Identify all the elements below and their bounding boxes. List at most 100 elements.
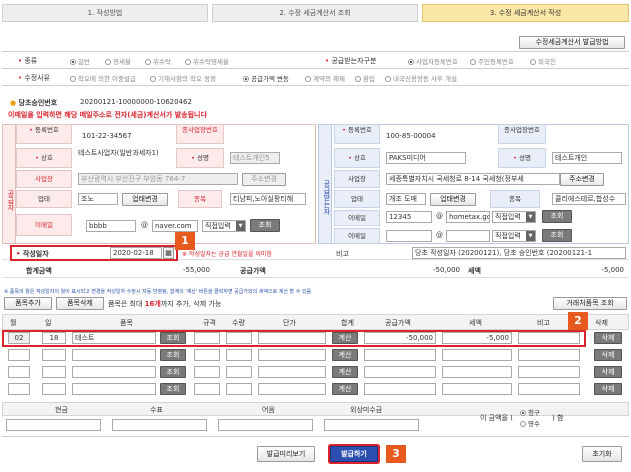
supplier-ceo-field[interactable]: 테스트개인5 [230, 152, 280, 164]
supplier-email-lookup-button[interactable]: 조회 [250, 219, 280, 232]
buyer-email-lookup-button[interactable]: 조회 [542, 210, 572, 223]
reason-option-correction[interactable]: 기재사항의 착오 정정 [150, 73, 216, 83]
item-month-field[interactable] [8, 383, 30, 395]
supplier-reg-value: 101-22-34567 [82, 132, 132, 140]
buyer-email1-domain[interactable]: hometax.go [446, 211, 490, 223]
receiver-option-biz-no[interactable]: 사업자등록번호 [408, 56, 458, 66]
supplier-biz-change-button[interactable]: 업태변경 [122, 193, 168, 206]
item-supply-field[interactable] [364, 383, 436, 395]
buyer-item-field[interactable]: 콜리에스테르,합성수 [552, 193, 626, 205]
pay-note-field[interactable] [218, 419, 313, 431]
total-tax-value: -5,000 [601, 266, 624, 274]
item-lookup-button[interactable]: 조회 [160, 366, 186, 378]
issue-button[interactable]: 발급하기 [330, 446, 378, 462]
reset-button[interactable]: 초기화 [582, 446, 622, 462]
item-day-field[interactable] [42, 383, 66, 395]
supplier-email-select[interactable]: 직접입력 ▼ [202, 220, 246, 232]
item-unit-price-field[interactable] [258, 366, 326, 378]
type-option-consign-zero[interactable]: 위수탁영세율 [185, 56, 229, 66]
date-field[interactable]: 2020-02-18 [110, 247, 162, 259]
pay-check-field[interactable] [112, 419, 207, 431]
item-lookup-button[interactable]: 조회 [160, 383, 186, 395]
item-supply-field[interactable] [364, 349, 436, 361]
item-remark-field[interactable] [518, 349, 580, 361]
reason-option-cancel[interactable]: 계약의 해제 [305, 73, 345, 83]
item-tax-field[interactable] [442, 349, 512, 361]
item-remark-field[interactable] [518, 366, 580, 378]
buyer-biz-change-button[interactable]: 업태변경 [430, 193, 476, 206]
item-tax-field[interactable] [442, 366, 512, 378]
item-unit-price-field[interactable] [258, 383, 326, 395]
buyer-email1-select[interactable]: 직접입력 ▼ [492, 211, 536, 223]
item-calc-button[interactable]: 계산 [332, 366, 358, 378]
buyer-email2-lookup-button[interactable]: 조회 [542, 229, 572, 242]
item-calc-button[interactable]: 계산 [332, 349, 358, 361]
item-day-field[interactable] [42, 349, 66, 361]
item-delete-button[interactable]: 삭제 [594, 383, 622, 395]
supplier-item-field[interactable]: 티냥피,노아실팡티해 [230, 193, 306, 205]
item-spec-field[interactable] [194, 383, 220, 395]
col-qty: 수량 [232, 319, 245, 327]
pay-cash-field[interactable] [6, 419, 101, 431]
delete-item-button[interactable]: 품목삭제 [56, 297, 104, 310]
item-qty-field[interactable] [226, 349, 252, 361]
item-qty-field[interactable] [226, 366, 252, 378]
supplier-email-id[interactable]: bbbb [86, 220, 136, 232]
buyer-email1-id[interactable]: 12345 [386, 211, 432, 223]
buyer-biz-field[interactable]: 개조 도매 [386, 193, 426, 205]
preview-button[interactable]: 발급미리보기 [257, 446, 315, 462]
item-spec-field[interactable] [194, 366, 220, 378]
reason-option-supply-change[interactable]: 공급가액 변동 [243, 73, 289, 83]
item-calc-button[interactable]: 계산 [332, 383, 358, 395]
partner-item-lookup-button[interactable]: 거래처품목 조회 [553, 297, 627, 310]
item-name-field[interactable] [72, 366, 156, 378]
col-unit-price: 단가 [283, 319, 296, 327]
calendar-icon[interactable]: ▦ [163, 247, 174, 259]
col-remark: 비고 [537, 319, 550, 327]
supplier-biz-field[interactable]: 조노 [78, 193, 118, 205]
buyer-email2-select[interactable]: 직접입력 ▼ [492, 230, 536, 242]
item-lookup-button[interactable]: 조회 [160, 349, 186, 361]
type-option-zero-rate[interactable]: 영세율 [105, 56, 131, 66]
buyer-ceo-field[interactable]: 테스트개인 [552, 152, 622, 164]
supplier-addr-change-button[interactable]: 주소변경 [242, 173, 286, 186]
item-spec-field[interactable] [194, 349, 220, 361]
add-item-button[interactable]: 품목추가 [4, 297, 52, 310]
supplier-addr-field[interactable]: 부산광역시 부산진구 부암동 764-7 [78, 173, 238, 185]
reason-option-duplicate[interactable]: 착오에 의한 이중발급 [70, 73, 136, 83]
amount-option-receipt[interactable]: 영수 [520, 418, 540, 428]
buyer-name-field[interactable]: PAKS미디어 [386, 152, 466, 164]
receiver-option-resident-no[interactable]: 주민등록번호 [470, 56, 514, 66]
type-option-general[interactable]: 일반 [70, 56, 90, 66]
col-total: 합계 [341, 319, 354, 327]
item-day-field[interactable] [42, 366, 66, 378]
receiver-option-foreigner[interactable]: 외국인 [530, 56, 556, 66]
total-supply-label: 공급가액 [240, 267, 266, 275]
type-option-consign[interactable]: 위수탁 [145, 56, 171, 66]
reason-option-local-lc[interactable]: 내국신용장등 사후 개설 [385, 73, 457, 83]
item-tax-field[interactable] [442, 383, 512, 395]
item-delete-button[interactable]: 삭제 [594, 332, 622, 344]
buyer-addr-change-button[interactable]: 주소변경 [560, 173, 604, 186]
buyer-email2-domain[interactable] [446, 230, 490, 242]
item-delete-button[interactable]: 삭제 [594, 366, 622, 378]
item-unit-price-field[interactable] [258, 349, 326, 361]
item-month-field[interactable] [8, 349, 30, 361]
item-name-field[interactable] [72, 383, 156, 395]
issue-guide-button[interactable]: 수정세금계산서 발급방법 [519, 36, 625, 49]
remark-field[interactable]: 당초 작성일자 (20200121), 당초 승인번호 (20200121-1 [412, 247, 626, 259]
item-delete-button[interactable]: 삭제 [594, 349, 622, 361]
item-remark-field[interactable] [518, 383, 580, 395]
remark-label: 비고 [336, 250, 349, 258]
item-supply-field[interactable] [364, 366, 436, 378]
buyer-addr-field[interactable]: 세종특별자치시 국세청로 8-14 국세청(정부세 [386, 173, 560, 185]
buyer-email2-id[interactable] [386, 230, 432, 242]
amount-option-claim[interactable]: 청구 [520, 407, 540, 417]
supplier-email-domain[interactable]: naver.com [152, 220, 198, 232]
item-qty-field[interactable] [226, 383, 252, 395]
buyer-name-label: • 상호 [334, 148, 380, 168]
item-name-field[interactable] [72, 349, 156, 361]
reason-option-return[interactable]: 환입 [355, 73, 375, 83]
pay-credit-field[interactable] [324, 419, 419, 431]
item-month-field[interactable] [8, 366, 30, 378]
